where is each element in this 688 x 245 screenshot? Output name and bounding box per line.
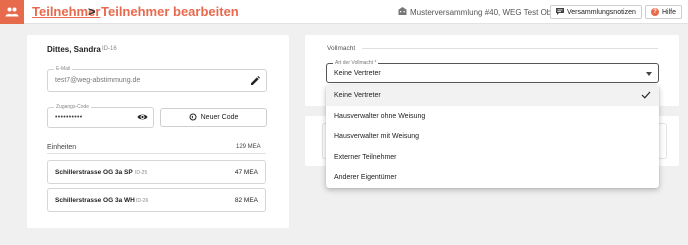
building-icon <box>398 7 407 17</box>
email-field-label: E-Mail <box>54 66 73 72</box>
proxy-type-value: Keine Vertreter <box>334 70 381 77</box>
menu-option-anderer-eigentuemer[interactable]: Anderer Eigentümer <box>326 167 659 188</box>
menu-option-label: Externer Teilnehmer <box>334 154 397 161</box>
page-title: Teilnehmer bearbeiten <box>101 4 239 19</box>
help-button[interactable]: ? Hilfe <box>645 5 683 19</box>
menu-option-label: Anderer Eigentümer <box>334 174 397 181</box>
edit-icon[interactable] <box>250 76 260 86</box>
unit-mea: 47 MEA <box>234 169 258 176</box>
access-code-label: Zugangs-Code <box>54 104 92 110</box>
help-icon: ? <box>651 8 659 16</box>
eye-icon[interactable] <box>137 113 148 121</box>
units-divider <box>47 153 266 154</box>
units-title: Einheiten <box>47 144 77 151</box>
proxy-type-label: Art der Vollmacht * <box>333 60 379 66</box>
help-label: Hilfe <box>662 8 677 16</box>
access-code-field[interactable]: Zugangs-Code •••••••••• <box>47 104 154 128</box>
notes-icon <box>556 7 564 17</box>
meeting-notes-label: Versammlungsnotizen <box>567 8 636 16</box>
check-icon <box>641 91 651 101</box>
menu-option-label: Hausverwalter mit Weisung <box>334 133 420 140</box>
refresh-icon <box>189 113 197 123</box>
access-code-value: •••••••••• <box>55 114 83 121</box>
unit-row[interactable]: Schillerstrasse OG 3a WH ID-26 82 MEA <box>47 188 266 212</box>
new-code-label: Neuer Code <box>200 114 239 121</box>
participant-name: Dittes, Sandra <box>47 45 101 54</box>
menu-option-keine-vertreter[interactable]: Keine Vertreter <box>326 85 659 106</box>
proxy-type-menu: Keine Vertreter Hausverwalter ohne Weisu… <box>326 85 659 188</box>
unit-id: ID-25 <box>135 170 148 176</box>
proxy-type-select[interactable]: Art der Vollmacht * Keine Vertreter <box>326 60 659 83</box>
meeting-notes-button[interactable]: Versammlungsnotizen <box>550 5 642 19</box>
proxy-title: Vollmacht <box>327 45 356 52</box>
new-code-button[interactable]: Neuer Code <box>160 108 267 127</box>
email-field[interactable]: E-Mail test7@weg-abstimmung.de <box>47 66 267 92</box>
proxy-divider <box>362 48 658 49</box>
meeting-info: Musterversammlung #40, WEG Test Objekt <box>398 7 564 17</box>
unit-mea: 82 MEA <box>234 197 258 204</box>
breadcrumb-separator: > <box>88 4 96 19</box>
unit-name: Schillerstrasse OG 3a WH <box>55 197 135 204</box>
email-field-value: test7@weg-abstimmung.de <box>55 77 141 84</box>
chevron-down-icon[interactable] <box>646 72 652 76</box>
app-header: Teilnehmer > Teilnehmer bearbeiten Muste… <box>0 0 688 24</box>
unit-row[interactable]: Schillerstrasse OG 3a SP ID-25 47 MEA <box>47 160 266 184</box>
people-icon[interactable] <box>0 0 24 24</box>
menu-option-hausverwalter-mit-weisung[interactable]: Hausverwalter mit Weisung <box>326 126 659 147</box>
menu-option-externer-teilnehmer[interactable]: Externer Teilnehmer <box>326 147 659 168</box>
menu-option-hausverwalter-ohne-weisung[interactable]: Hausverwalter ohne Weisung <box>326 106 659 127</box>
menu-option-label: Keine Vertreter <box>334 92 381 99</box>
meeting-name: Musterversammlung #40, WEG Test Objekt <box>410 7 564 17</box>
participant-id: ID-16 <box>102 46 117 52</box>
unit-id: ID-26 <box>136 198 149 204</box>
unit-name: Schillerstrasse OG 3a SP <box>55 169 133 176</box>
units-total: 129 MEA <box>236 144 261 150</box>
menu-option-label: Hausverwalter ohne Weisung <box>334 113 426 120</box>
